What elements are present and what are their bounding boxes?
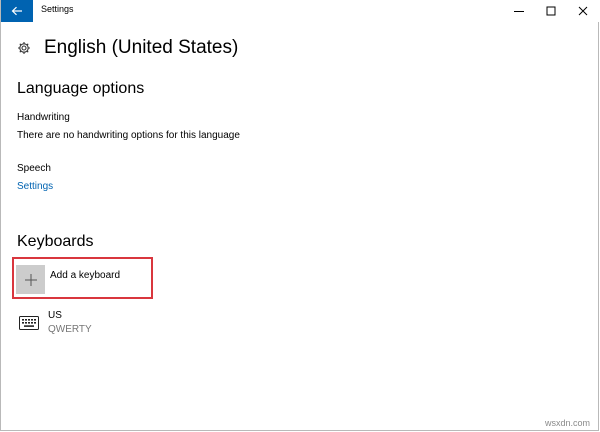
speech-label: Speech bbox=[17, 163, 51, 174]
watermark: wsxdn.com bbox=[544, 418, 590, 428]
keyboard-icon bbox=[18, 315, 40, 331]
page-header: English (United States) bbox=[17, 36, 238, 60]
gear-icon bbox=[17, 41, 31, 55]
page-title: English (United States) bbox=[44, 37, 239, 58]
close-icon bbox=[578, 6, 588, 16]
back-button[interactable] bbox=[1, 0, 33, 22]
plus-icon bbox=[24, 273, 37, 286]
keyboards-heading: Keyboards bbox=[17, 233, 94, 250]
window-title: Settings bbox=[41, 4, 74, 14]
close-button[interactable] bbox=[567, 0, 599, 22]
add-keyboard-label: Add a keyboard bbox=[50, 270, 121, 281]
handwriting-description: There are no handwriting options for thi… bbox=[17, 130, 240, 141]
minimize-icon bbox=[514, 11, 524, 12]
keyboard-layout: QWERTY bbox=[48, 324, 92, 335]
maximize-icon bbox=[546, 6, 556, 16]
back-arrow-icon bbox=[11, 6, 22, 16]
language-options-heading: Language options bbox=[17, 80, 145, 97]
maximize-button[interactable] bbox=[535, 0, 567, 22]
add-keyboard-tile[interactable] bbox=[16, 265, 45, 294]
keyboard-item-us[interactable]: US QWERTY bbox=[18, 310, 92, 336]
speech-settings-link[interactable]: Settings bbox=[17, 181, 53, 192]
handwriting-label: Handwriting bbox=[17, 112, 70, 123]
title-bar: Settings bbox=[1, 0, 599, 22]
add-keyboard-button[interactable]: Add a keyboard bbox=[16, 265, 120, 296]
settings-window: Settings English (United States) Languag… bbox=[0, 0, 599, 431]
minimize-button[interactable] bbox=[503, 0, 535, 22]
keyboard-name: US bbox=[48, 310, 62, 321]
